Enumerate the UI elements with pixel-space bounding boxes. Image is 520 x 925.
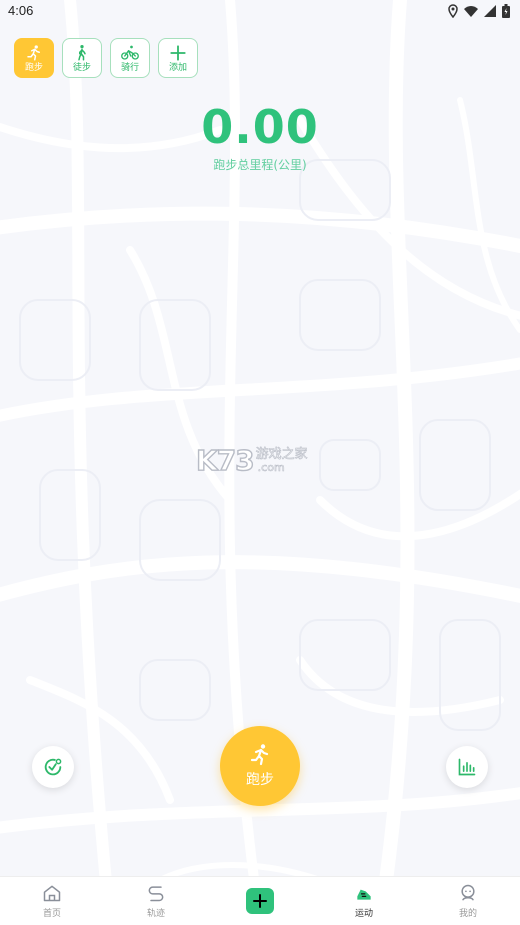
watermark: K73 游戏之家 .com <box>195 443 308 477</box>
profile-icon <box>461 884 475 901</box>
watermark-domain: .com <box>257 460 285 474</box>
watermark-logo: K73 <box>195 443 255 477</box>
signal-icon <box>484 5 496 17</box>
nav-label: 轨迹 <box>146 909 165 919</box>
mode-running-button[interactable]: 跑步 <box>14 38 54 78</box>
home-icon <box>43 885 61 902</box>
nav-home[interactable]: 首页 <box>0 877 104 925</box>
total-distance: 0.00 跑步总里程(公里) <box>0 100 520 173</box>
mode-label: 添加 <box>168 62 187 73</box>
watermark-name: 游戏之家 <box>255 446 308 462</box>
mode-label: 跑步 <box>24 62 43 73</box>
bottom-nav: 首页 轨迹 运动 我的 <box>0 876 520 925</box>
mode-walking-button[interactable]: 徒步 <box>62 38 102 78</box>
distance-label: 跑步总里程(公里) <box>213 158 307 172</box>
nav-label: 首页 <box>42 909 61 919</box>
sport-mode-selector: 跑步 徒步 骑行 添加 <box>14 38 198 78</box>
nav-profile[interactable]: 我的 <box>416 877 520 925</box>
cycling-icon <box>121 45 139 60</box>
sport-icon <box>357 889 371 900</box>
status-time: 4:06 <box>8 3 34 18</box>
settings-button[interactable] <box>32 746 74 788</box>
nav-label: 运动 <box>354 909 373 919</box>
running-icon <box>27 44 40 60</box>
mode-add-button[interactable]: 添加 <box>158 38 198 78</box>
statistics-button[interactable] <box>446 746 488 788</box>
plus-icon <box>253 894 267 908</box>
start-button-label: 跑步 <box>246 772 274 788</box>
start-running-button[interactable]: 跑步 <box>220 726 300 806</box>
nav-label: 我的 <box>458 909 477 919</box>
battery-icon <box>502 4 510 18</box>
plus-icon <box>170 44 186 61</box>
nav-add[interactable] <box>208 877 312 925</box>
refresh-settings-icon <box>44 758 62 776</box>
wifi-icon <box>464 6 478 17</box>
mode-label: 骑行 <box>120 62 139 73</box>
nav-track[interactable]: 轨迹 <box>104 877 208 925</box>
mode-label: 徒步 <box>72 62 91 73</box>
distance-value: 0.00 <box>201 100 319 154</box>
status-bar: 4:06 <box>0 0 520 24</box>
location-icon <box>448 4 458 18</box>
nav-sport[interactable]: 运动 <box>312 877 416 925</box>
add-button[interactable] <box>246 888 274 914</box>
walking-icon <box>78 44 86 60</box>
mode-cycling-button[interactable]: 骑行 <box>110 38 150 78</box>
status-icons <box>448 3 510 19</box>
track-icon <box>148 886 164 902</box>
running-icon <box>250 744 269 766</box>
bar-chart-icon <box>458 758 476 776</box>
